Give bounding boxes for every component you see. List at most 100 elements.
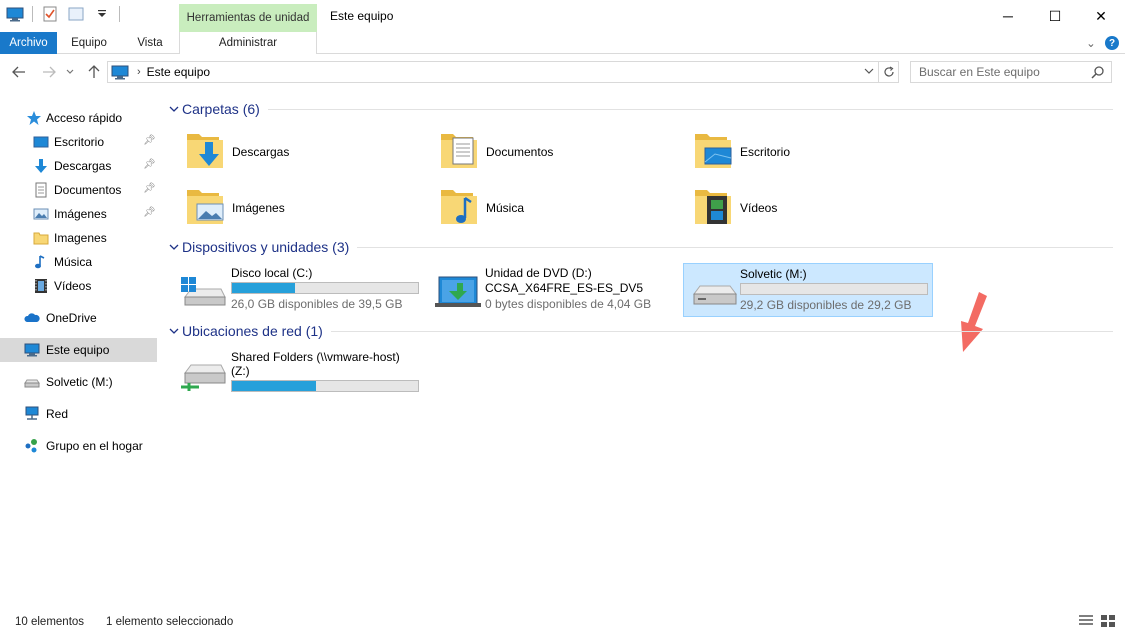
group-header-carpetas[interactable]: Carpetas (6) bbox=[168, 98, 1113, 120]
pin-icon[interactable]: 📌︎ bbox=[143, 159, 156, 170]
back-button[interactable] bbox=[10, 63, 28, 81]
sidebar-item-onedrive[interactable]: OneDrive bbox=[0, 306, 157, 330]
chevron-down-icon[interactable] bbox=[864, 65, 874, 79]
breadcrumb[interactable]: Este equipo bbox=[147, 65, 210, 79]
pin-icon[interactable]: 📌︎ bbox=[143, 183, 156, 194]
group-title: Dispositivos y unidades (3) bbox=[182, 239, 350, 255]
sidebar-item-label: Grupo en el hogar bbox=[46, 439, 143, 453]
drive-icon bbox=[24, 379, 40, 388]
maximize-icon: ☐ bbox=[1048, 7, 1062, 24]
sidebar-item-imagenes-folder[interactable]: Imagenes bbox=[0, 226, 157, 250]
new-folder-icon[interactable] bbox=[67, 6, 85, 22]
group-title: Ubicaciones de red (1) bbox=[182, 323, 323, 339]
capacity-fill bbox=[232, 283, 296, 293]
folder-label: Música bbox=[486, 201, 525, 215]
up-button[interactable] bbox=[85, 63, 103, 81]
pin-icon[interactable]: 📌︎ bbox=[143, 207, 156, 218]
arrow-left-icon bbox=[12, 66, 25, 78]
folder-documentos[interactable]: Documentos bbox=[419, 128, 669, 180]
computer-icon[interactable] bbox=[6, 6, 24, 22]
sidebar-item-acceso-rapido[interactable]: Acceso rápido bbox=[0, 106, 157, 130]
maximize-button[interactable]: ☐ bbox=[1032, 0, 1078, 32]
windows-drive-icon bbox=[181, 277, 226, 306]
search-input[interactable]: Buscar en Este equipo bbox=[910, 61, 1112, 83]
folder-imagenes[interactable]: Imágenes bbox=[165, 184, 415, 236]
sidebar-item-musica[interactable]: Música bbox=[0, 250, 157, 274]
sidebar-item-label: Descargas bbox=[54, 159, 112, 173]
refresh-button[interactable] bbox=[878, 62, 898, 82]
downloads-folder-icon bbox=[187, 134, 223, 168]
sidebar-item-label: Documentos bbox=[54, 183, 122, 197]
breadcrumb-separator-icon[interactable]: › bbox=[137, 66, 141, 78]
sidebar-item-label: Imágenes bbox=[54, 207, 107, 221]
title-bar: Herramientas de unidad Este equipo ─ ☐ ✕ bbox=[0, 0, 1125, 32]
content-pane: Carpetas (6) Descargas Documentos Escrit… bbox=[165, 90, 1120, 610]
sidebar-item-documentos[interactable]: Documentos 📌︎ bbox=[0, 178, 157, 202]
pictures-folder-icon bbox=[187, 190, 224, 224]
tab-archivo[interactable]: Archivo bbox=[0, 32, 57, 54]
capacity-bar bbox=[231, 282, 419, 294]
drive-space-info: 26,0 GB disponibles de 39,5 GB bbox=[231, 297, 403, 311]
group-header-ubicaciones-red[interactable]: Ubicaciones de red (1) bbox=[168, 320, 1113, 342]
minimize-button[interactable]: ─ bbox=[985, 0, 1031, 32]
recent-locations-button[interactable] bbox=[64, 63, 76, 81]
drive-dvd-d[interactable]: Unidad de DVD (D:) CCSA_X64FRE_ES-ES_DV5… bbox=[419, 263, 669, 317]
tab-equipo[interactable]: Equipo bbox=[61, 32, 117, 54]
capacity-bar bbox=[740, 283, 928, 295]
close-button[interactable]: ✕ bbox=[1078, 0, 1124, 32]
help-button[interactable]: ? bbox=[1104, 32, 1120, 54]
desktop-icon bbox=[33, 136, 49, 148]
properties-icon[interactable] bbox=[41, 6, 59, 22]
video-icon bbox=[35, 279, 47, 293]
search-icon bbox=[1091, 66, 1104, 79]
sidebar-item-escritorio[interactable]: Escritorio 📌︎ bbox=[0, 130, 157, 154]
group-divider bbox=[267, 108, 1113, 110]
window-title: Este equipo bbox=[330, 9, 394, 23]
sidebar-item-videos[interactable]: Vídeos bbox=[0, 274, 157, 298]
computer-icon bbox=[24, 343, 40, 357]
sidebar-item-imagenes[interactable]: Imágenes 📌︎ bbox=[0, 202, 157, 226]
drive-space-info: 0 bytes disponibles de 4,04 GB bbox=[485, 297, 652, 311]
drive-volume-label: CCSA_X64FRE_ES-ES_DV5 bbox=[485, 281, 644, 295]
sidebar-item-este-equipo[interactable]: Este equipo bbox=[0, 338, 157, 362]
drive-solvetic-m[interactable]: Solvetic (M:) 29,2 GB disponibles de 29,… bbox=[683, 263, 933, 317]
collapse-ribbon-button[interactable]: ⌄ bbox=[1082, 32, 1100, 54]
address-bar[interactable]: › Este equipo bbox=[107, 61, 899, 83]
network-drive-shared-folders[interactable]: Shared Folders (\\vmware-host) (Z:) bbox=[165, 347, 419, 395]
large-icons-view-icon[interactable] bbox=[1100, 614, 1116, 628]
details-view-icon[interactable] bbox=[1078, 614, 1094, 628]
folder-icon bbox=[33, 232, 49, 245]
folder-escritorio[interactable]: Escritorio bbox=[673, 128, 923, 180]
tab-administrar[interactable]: Administrar bbox=[179, 32, 317, 54]
folder-musica[interactable]: Música bbox=[419, 184, 669, 236]
folder-videos[interactable]: Vídeos bbox=[673, 184, 923, 236]
sidebar-item-label: Imagenes bbox=[54, 231, 107, 245]
tab-vista[interactable]: Vista bbox=[124, 32, 176, 54]
folder-label: Descargas bbox=[232, 145, 290, 159]
star-icon bbox=[27, 111, 41, 125]
selection-count: 1 elemento seleccionado bbox=[106, 616, 234, 628]
sidebar-item-grupo-hogar[interactable]: Grupo en el hogar bbox=[0, 434, 157, 458]
folder-descargas[interactable]: Descargas bbox=[165, 128, 415, 180]
help-icon: ? bbox=[1105, 36, 1119, 50]
dvd-drive-icon bbox=[435, 276, 481, 307]
sidebar-item-solvetic[interactable]: Solvetic (M:) bbox=[0, 370, 157, 394]
sidebar-item-red[interactable]: Red bbox=[0, 402, 157, 426]
customize-qat-icon[interactable] bbox=[93, 6, 111, 22]
drive-disco-local-c[interactable]: Disco local (C:) 26,0 GB disponibles de … bbox=[165, 263, 419, 317]
removable-drive-icon bbox=[693, 285, 737, 305]
drive-name: Shared Folders (\\vmware-host) bbox=[231, 350, 400, 364]
pictures-icon bbox=[33, 208, 49, 220]
forward-button[interactable] bbox=[40, 63, 58, 81]
pin-icon[interactable]: 📌︎ bbox=[143, 135, 156, 146]
chevron-down-icon bbox=[66, 69, 74, 74]
sidebar-item-label: Este equipo bbox=[46, 343, 110, 357]
group-header-dispositivos[interactable]: Dispositivos y unidades (3) bbox=[168, 236, 1113, 258]
document-icon bbox=[35, 182, 47, 198]
videos-folder-icon bbox=[695, 190, 731, 224]
capacity-fill bbox=[232, 381, 316, 391]
arrow-right-icon bbox=[43, 66, 56, 78]
sidebar-item-descargas[interactable]: Descargas 📌︎ bbox=[0, 154, 157, 178]
computer-icon bbox=[111, 65, 129, 80]
arrow-up-icon bbox=[88, 65, 100, 78]
